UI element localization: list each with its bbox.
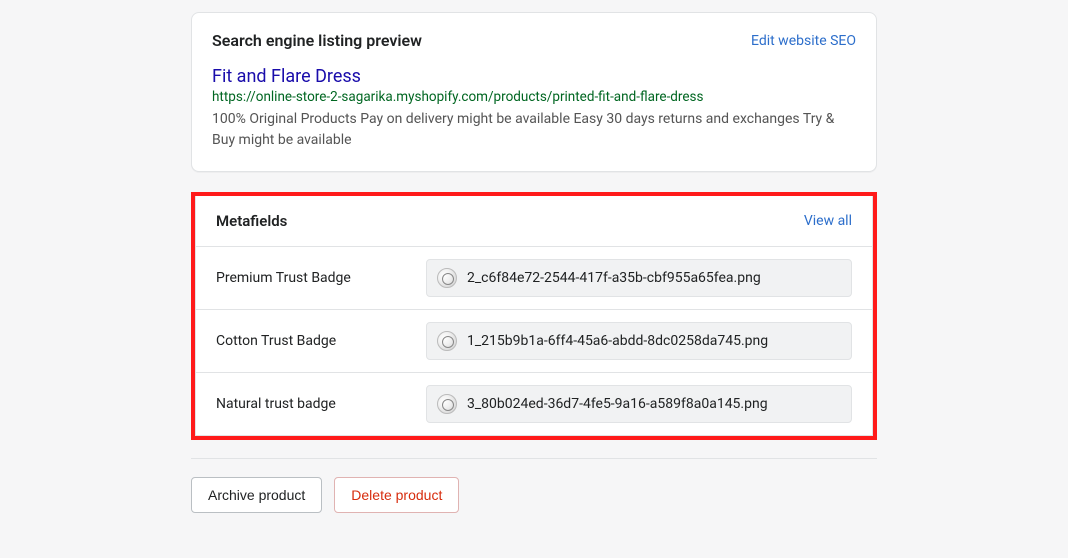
- divider: [191, 458, 877, 459]
- metafields-heading: Metafields: [216, 212, 287, 230]
- metafield-filename: 2_c6f84e72-2544-417f-a35b-cbf955a65fea.p…: [467, 270, 761, 286]
- seo-url: https://online-store-2-sagarika.myshopif…: [212, 89, 856, 105]
- product-actions: Archive product Delete product: [191, 477, 877, 533]
- metafield-filename: 1_215b9b1a-6ff4-45a6-abdd-8dc0258da745.p…: [467, 333, 768, 349]
- metafield-value[interactable]: 1_215b9b1a-6ff4-45a6-abdd-8dc0258da745.p…: [426, 322, 852, 360]
- metafield-row: Premium Trust Badge 2_c6f84e72-2544-417f…: [196, 247, 872, 310]
- edit-seo-link[interactable]: Edit website SEO: [751, 33, 856, 49]
- image-thumb-icon: [437, 268, 457, 288]
- metafield-row: Cotton Trust Badge 1_215b9b1a-6ff4-45a6-…: [196, 310, 872, 373]
- view-all-link[interactable]: View all: [804, 213, 852, 229]
- seo-preview-heading: Search engine listing preview: [212, 31, 422, 50]
- delete-product-button[interactable]: Delete product: [334, 477, 459, 513]
- metafields-card: Metafields View all Premium Trust Badge …: [195, 196, 873, 436]
- metafield-row: Natural trust badge 3_80b024ed-36d7-4fe5…: [196, 373, 872, 435]
- archive-product-button[interactable]: Archive product: [191, 477, 322, 513]
- image-thumb-icon: [437, 331, 457, 351]
- seo-preview-card: Search engine listing preview Edit websi…: [191, 12, 877, 172]
- metafield-label: Premium Trust Badge: [216, 270, 426, 286]
- seo-title: Fit and Flare Dress: [212, 66, 856, 87]
- metafield-value[interactable]: 2_c6f84e72-2544-417f-a35b-cbf955a65fea.p…: [426, 259, 852, 297]
- metafield-label: Natural trust badge: [216, 396, 426, 412]
- image-thumb-icon: [437, 394, 457, 414]
- seo-description: 100% Original Products Pay on delivery m…: [212, 109, 856, 151]
- metafield-value[interactable]: 3_80b024ed-36d7-4fe5-9a16-a589f8a0a145.p…: [426, 385, 852, 423]
- metafields-highlight: Metafields View all Premium Trust Badge …: [191, 192, 877, 440]
- metafield-label: Cotton Trust Badge: [216, 333, 426, 349]
- metafield-filename: 3_80b024ed-36d7-4fe5-9a16-a589f8a0a145.p…: [467, 396, 768, 412]
